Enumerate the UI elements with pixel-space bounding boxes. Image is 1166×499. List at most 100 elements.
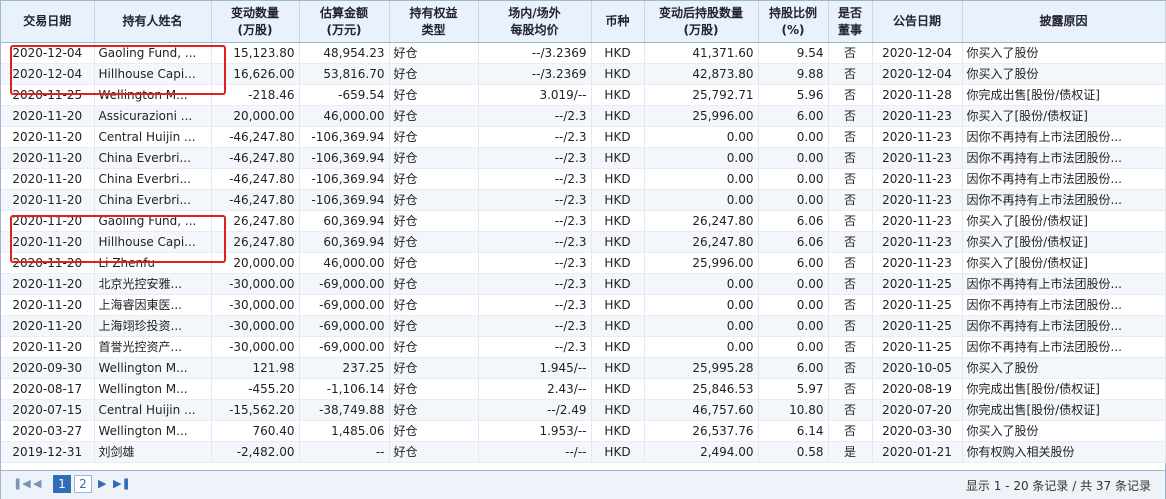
- table-row[interactable]: 2020-11-20 Li Zhenfu 20,000.00 46,000.00 好仓 -…: [1, 252, 1166, 274]
- table-row[interactable]: 2020-11-20 China Everbri... -46,247.80 -106…: [1, 189, 1166, 211]
- is-director-cell: 否: [828, 126, 873, 148]
- record-count-text: 显示 1 - 20 条记录 / 共 37 条记录: [965, 479, 1151, 493]
- first-page-icon[interactable]: ❚◀: [13, 477, 31, 490]
- column-header[interactable]: 持有权益 类型: [389, 1, 479, 43]
- reason-cell: 你买入了[股份/债权证]: [962, 210, 1166, 232]
- equity-type-cell: 好仓: [389, 441, 479, 463]
- holding-after-cell: 0.00: [644, 147, 759, 169]
- change-qty-cell: -46,247.80: [211, 147, 300, 169]
- column-header[interactable]: 币种: [591, 1, 645, 43]
- table-row[interactable]: 2020-07-15 Central Huijin ... -15,562.20 -3…: [1, 399, 1166, 421]
- trade-date-cell: 2020-11-20: [1, 126, 95, 148]
- equity-type-cell: 好仓: [389, 378, 479, 400]
- is-director-cell: 否: [828, 294, 873, 316]
- column-header[interactable]: 持股比例 (%): [758, 1, 829, 43]
- table-row[interactable]: 2020-11-20 上海睿因東医... -30,000.00 -69,000.00 好…: [1, 294, 1166, 316]
- holding-after-cell: 25,792.71: [644, 84, 759, 106]
- announce-date-cell: 2020-11-23: [872, 231, 963, 253]
- currency-cell: HKD: [591, 378, 645, 400]
- column-header[interactable]: 变动数量 (万股): [211, 1, 300, 43]
- currency-cell: HKD: [591, 399, 645, 421]
- trade-date-cell: 2020-09-30: [1, 357, 95, 379]
- holding-after-cell: 25,996.00: [644, 252, 759, 274]
- column-header[interactable]: 公告日期: [872, 1, 963, 43]
- page-2-button[interactable]: 2: [74, 475, 92, 493]
- avg-price-cell: --/2.3: [478, 252, 592, 274]
- column-header[interactable]: 估算金额 (万元): [299, 1, 390, 43]
- avg-price-cell: --/3.2369: [478, 63, 592, 85]
- column-header[interactable]: 是否 董事: [828, 1, 873, 43]
- column-header-unit: (万元): [326, 22, 362, 37]
- table-row[interactable]: 2020-11-20 Hillhouse Capi... 26,247.80 60,3…: [1, 231, 1166, 253]
- column-header[interactable]: 披露原因: [962, 1, 1166, 43]
- is-director-cell: 否: [828, 189, 873, 211]
- table-row[interactable]: 2020-09-30 Wellington M... 121.98 237.25 好仓 1…: [1, 357, 1166, 379]
- currency-cell: HKD: [591, 420, 645, 442]
- column-header-unit: 每股均价: [510, 22, 559, 37]
- change-qty-cell: -46,247.80: [211, 168, 300, 190]
- is-director-cell: 否: [828, 378, 873, 400]
- table-row[interactable]: 2020-12-04 Hillhouse Capi... 16,626.00 53,8…: [1, 63, 1166, 85]
- table-row[interactable]: 2020-11-20 Assicurazioni ... 20,000.00 46,0…: [1, 105, 1166, 127]
- table-row[interactable]: 2020-11-20 China Everbri... -46,247.80 -106…: [1, 168, 1166, 190]
- holding-after-cell: 25,996.00: [644, 105, 759, 127]
- table-row[interactable]: 2020-11-20 Gaoling Fund, ... 26,247.80 60,3…: [1, 210, 1166, 232]
- table-row[interactable]: 2020-11-25 Wellington M... -218.46 -659.54 好…: [1, 84, 1166, 106]
- announce-date-cell: 2020-08-19: [872, 378, 963, 400]
- holding-after-cell: 42,873.80: [644, 63, 759, 85]
- est-amount-cell: -106,369.94: [299, 147, 390, 169]
- change-qty-cell: 26,247.80: [211, 210, 300, 232]
- holding-pct-cell: 9.54: [758, 42, 829, 64]
- change-qty-cell: -30,000.00: [211, 336, 300, 358]
- is-director-cell: 否: [828, 84, 873, 106]
- trade-date-cell: 2020-07-15: [1, 399, 95, 421]
- table-row[interactable]: 2019-12-31 刘剑雄 -2,482.00 -- 好仓 --/-- HKD 2,494.…: [1, 441, 1166, 463]
- est-amount-cell: -38,749.88: [299, 399, 390, 421]
- column-header[interactable]: 变动后持股数量 (万股): [644, 1, 759, 43]
- holder-name-cell: China Everbri...: [94, 189, 212, 211]
- holder-name-cell: Central Huijin ...: [94, 126, 212, 148]
- prev-page-icon[interactable]: ◀: [33, 477, 41, 490]
- column-header[interactable]: 场内/场外 每股均价: [478, 1, 592, 43]
- trade-date-cell: 2020-11-20: [1, 231, 95, 253]
- est-amount-cell: 1,485.06: [299, 420, 390, 442]
- holding-after-cell: 25,846.53: [644, 378, 759, 400]
- change-qty-cell: -15,562.20: [211, 399, 300, 421]
- next-page-icon[interactable]: ▶: [98, 477, 106, 490]
- equity-type-cell: 好仓: [389, 168, 479, 190]
- last-page-icon[interactable]: ▶❚: [113, 477, 131, 490]
- equity-type-cell: 好仓: [389, 126, 479, 148]
- table-row[interactable]: 2020-03-27 Wellington M... 760.40 1,485.06 好…: [1, 420, 1166, 442]
- reason-cell: 因你不再持有上市法团股份...: [962, 168, 1166, 190]
- column-header[interactable]: 持有人姓名: [94, 1, 212, 43]
- column-header-label: 变动数量: [230, 5, 279, 20]
- change-qty-cell: 20,000.00: [211, 252, 300, 274]
- column-header-label: 持有权益: [409, 5, 458, 20]
- holding-pct-cell: 6.00: [758, 105, 829, 127]
- table-row[interactable]: 2020-08-17 Wellington M... -455.20 -1,106.1…: [1, 378, 1166, 400]
- holding-after-cell: 46,757.60: [644, 399, 759, 421]
- trade-date-cell: 2020-08-17: [1, 378, 95, 400]
- table-row[interactable]: 2020-11-20 China Everbri... -46,247.80 -106…: [1, 147, 1166, 169]
- announce-date-cell: 2020-11-23: [872, 210, 963, 232]
- trade-date-cell: 2020-11-20: [1, 147, 95, 169]
- change-qty-cell: -455.20: [211, 378, 300, 400]
- table-row[interactable]: 2020-12-04 Gaoling Fund, ... 15,123.80 48,9…: [1, 42, 1166, 64]
- table-row[interactable]: 2020-11-20 Central Huijin ... -46,247.80 -1…: [1, 126, 1166, 148]
- avg-price-cell: --/2.3: [478, 189, 592, 211]
- table-row[interactable]: 2020-11-20 上海翊珍投资... -30,000.00 -69,000.00 好…: [1, 315, 1166, 337]
- holder-name-cell: Hillhouse Capi...: [94, 63, 212, 85]
- equity-type-cell: 好仓: [389, 252, 479, 274]
- equity-type-cell: 好仓: [389, 189, 479, 211]
- holder-name-cell: Gaoling Fund, ...: [94, 210, 212, 232]
- reason-cell: 你买入了股份: [962, 357, 1166, 379]
- column-header[interactable]: 交易日期: [1, 1, 95, 43]
- avg-price-cell: --/2.3: [478, 210, 592, 232]
- table-row[interactable]: 2020-11-20 首誉光控资产... -30,000.00 -69,000.00 好…: [1, 336, 1166, 358]
- is-director-cell: 否: [828, 399, 873, 421]
- table-row[interactable]: 2020-11-20 北京光控安雅... -30,000.00 -69,000.00 好…: [1, 273, 1166, 295]
- holding-after-cell: 0.00: [644, 294, 759, 316]
- holding-pct-cell: 0.00: [758, 315, 829, 337]
- page-1-button[interactable]: 1: [53, 475, 71, 493]
- holder-name-cell: Gaoling Fund, ...: [94, 42, 212, 64]
